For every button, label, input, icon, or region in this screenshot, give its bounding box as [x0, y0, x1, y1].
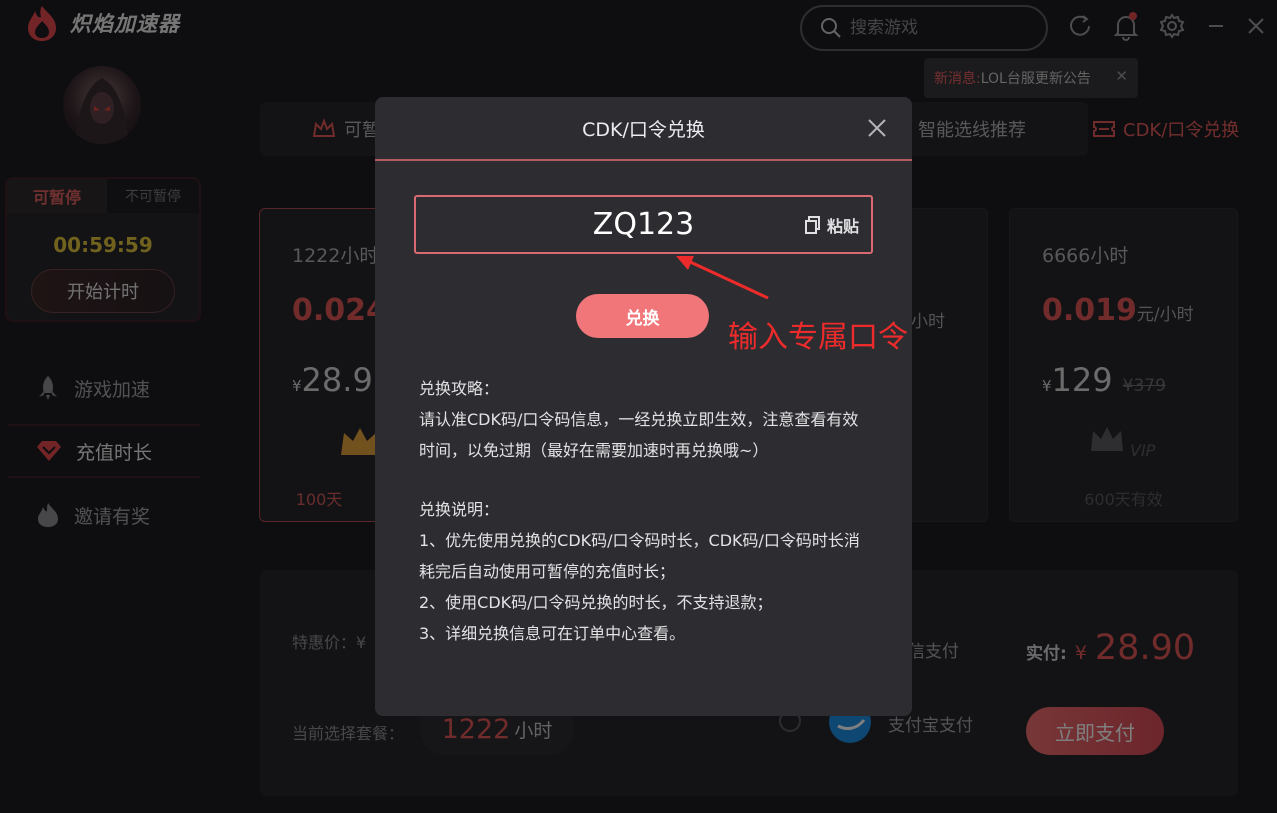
- note-item: 3、详细兑换信息可在订单中心查看。: [419, 624, 686, 643]
- note-item: 1、优先使用兑换的CDK码/口令码时长，CDK码/口令码时长消耗完后自动使用可暂…: [419, 531, 860, 581]
- code-input[interactable]: [493, 207, 794, 242]
- paste-label: 粘贴: [826, 217, 859, 236]
- annotation-arrow-icon: [676, 256, 769, 300]
- cdk-redeem-dialog: CDK/口令兑换 粘贴 兑换 兑换攻略： 请认准CDK码/口令码信息，一经兑换立…: [375, 97, 912, 716]
- note-item: 2、使用CDK码/口令码兑换的时长，不支持退款；: [419, 593, 773, 612]
- dialog-close-icon[interactable]: [866, 117, 888, 139]
- notes-title: 兑换说明：: [419, 500, 500, 519]
- dialog-header: CDK/口令兑换: [375, 97, 912, 161]
- guide-text: 请认准CDK码/口令码信息，一经兑换立即生效，注意查看有效时间，以免过期（最好在…: [419, 410, 859, 460]
- redeem-guide: 兑换攻略： 请认准CDK码/口令码信息，一经兑换立即生效，注意查看有效时间，以免…: [419, 373, 869, 649]
- code-input-box[interactable]: 粘贴: [414, 195, 873, 254]
- guide-title: 兑换攻略：: [419, 379, 500, 398]
- dialog-title: CDK/口令兑换: [582, 118, 705, 141]
- paste-button[interactable]: 粘贴: [804, 213, 859, 237]
- copy-icon: [804, 216, 820, 234]
- annotation-text: 输入专属口令: [728, 320, 908, 355]
